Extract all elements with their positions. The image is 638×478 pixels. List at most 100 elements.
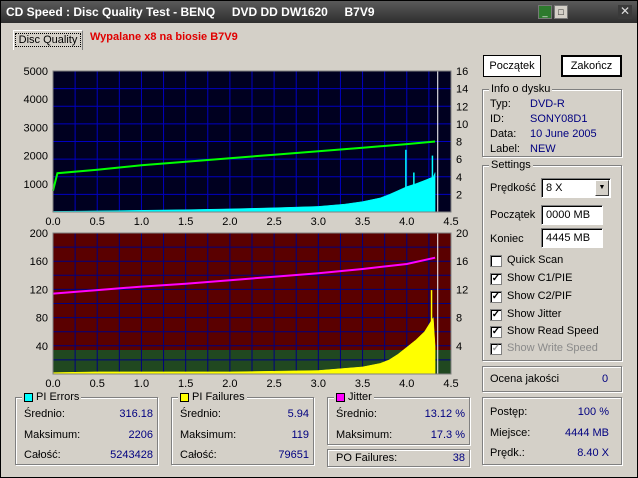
x-tick-label: 0.5	[90, 378, 105, 390]
close-icon[interactable]: ✕	[618, 5, 632, 19]
position-value: 4444 MB	[564, 427, 609, 439]
jitter-group: Jitter Średnio: 13.12 % Maksimum: 17.3 %	[327, 391, 470, 445]
start-button[interactable]: Początek	[483, 55, 541, 77]
y-right-tick-label: 10	[456, 119, 468, 131]
show-jitter-label: Show Jitter	[507, 308, 562, 320]
x-tick-label: 4.5	[443, 378, 458, 390]
y-right-tick-label: 20	[456, 228, 468, 240]
jitter-avg-label: Średnio:	[336, 408, 377, 420]
y-right-tick-label: 14	[456, 84, 468, 96]
show-c2-pif-label: Show C2/PIF	[507, 290, 572, 302]
x-tick-label: 4.0	[399, 378, 414, 390]
y-right-tick-label: 8	[456, 137, 462, 149]
y-left-tick-label: 80	[36, 313, 48, 325]
show-read-speed-label: Show Read Speed	[507, 325, 599, 337]
disc-label-label: Label:	[490, 143, 520, 155]
maximize-icon[interactable]: □	[554, 5, 568, 19]
x-tick-label: 4.0	[399, 216, 414, 228]
x-tick-label: 1.5	[178, 378, 193, 390]
show-c2-pif-checkbox[interactable]: ✓	[490, 291, 502, 303]
po-failures-label: PO Failures:	[336, 452, 398, 464]
pi-failures-total: 79651	[278, 449, 309, 461]
pi-errors-total: 5243428	[110, 449, 153, 461]
x-tick-label: 0.5	[90, 216, 105, 228]
date-value: 10 June 2005	[530, 128, 597, 140]
x-tick-label: 1.0	[134, 216, 149, 228]
jitter-max: 17.3 %	[430, 429, 465, 441]
show-write-speed-checkbox: ✓	[490, 343, 502, 355]
settings-group: Settings Prędkość 8 X ▼ Początek 0000 MB…	[482, 159, 622, 361]
minimize-icon[interactable]: _	[538, 5, 552, 19]
start-mb-label: Początek	[490, 209, 536, 221]
progress-value: 100 %	[577, 406, 609, 418]
speed-label: Prędkość	[490, 182, 536, 194]
progress-group: Postęp: 100 % Miejsce: 4444 MB Prędk.: 8…	[482, 397, 622, 465]
speed-status-label: Prędk.:	[490, 447, 525, 459]
y-left-tick-label: 160	[30, 256, 48, 268]
x-tick-label: 3.0	[311, 216, 326, 228]
y-left-tick-label: 3000	[24, 122, 48, 134]
show-read-speed-checkbox[interactable]: ✓	[490, 326, 502, 338]
y-right-tick-label: 12	[456, 284, 468, 296]
pi-errors-avg: 316.18	[119, 408, 153, 420]
x-tick-label: 0.0	[45, 216, 60, 228]
y-right-tick-label: 6	[456, 154, 462, 166]
pi-failures-group: PI Failures Średnio: 5.94 Maksimum: 119 …	[171, 391, 314, 465]
quick-scan-label: Quick Scan	[507, 254, 564, 266]
y-left-tick-label: 40	[36, 341, 48, 353]
x-tick-label: 1.5	[178, 216, 193, 228]
x-tick-label: 2.0	[222, 216, 237, 228]
quality-value: 0	[602, 373, 609, 385]
x-tick-label: 2.5	[266, 216, 281, 228]
y-right-tick-label: 16	[456, 256, 468, 268]
y-left-tick-label: 5000	[24, 66, 48, 78]
chevron-down-icon[interactable]: ▼	[595, 180, 609, 196]
x-tick-label: 2.0	[222, 378, 237, 390]
y-left-tick-label: 2000	[24, 151, 48, 163]
x-tick-label: 2.5	[266, 378, 281, 390]
app-window: CD Speed : Disc Quality Test - BENQ DVD …	[0, 0, 638, 478]
pi-errors-group: PI Errors Średnio: 316.18 Maksimum: 2206…	[15, 391, 158, 465]
pi-failures-max-label: Maksimum:	[180, 429, 237, 441]
start-mb-input[interactable]: 0000 MB	[541, 205, 603, 225]
charts-area: 0.0 0.5 1.0 1.5 2.0 2.5 3.0 3.5 4.0 4.5 1000 2000 30…	[24, 66, 469, 390]
disc-info-title: Info o dysku	[489, 83, 553, 95]
settings-title: Settings	[489, 159, 533, 171]
y-left-tick-label: 200	[30, 228, 48, 240]
quality-group: Ocena jakości 0	[482, 366, 622, 392]
jitter-max-label: Maksimum:	[336, 429, 393, 441]
pi-errors-avg-label: Średnio:	[24, 408, 65, 420]
pi-failures-max: 119	[291, 429, 309, 441]
x-tick-label: 3.5	[355, 378, 370, 390]
jitter-swatch	[336, 393, 345, 402]
po-failures-value: 38	[452, 452, 465, 464]
show-write-speed-label: Show Write Speed	[507, 342, 598, 354]
id-value: SONY08D1	[530, 113, 588, 125]
disc-info-group: Info o dysku Typ: DVD-R ID: SONY08D1 Dat…	[482, 83, 622, 157]
progress-label: Postęp:	[490, 406, 528, 418]
speed-select[interactable]: 8 X ▼	[541, 178, 611, 198]
pi-errors-max-label: Maksimum:	[24, 429, 81, 441]
pi-failures-total-label: Całość:	[180, 449, 217, 461]
y-right-tick-label: 4	[456, 172, 462, 184]
y-left-tick-label: 4000	[24, 94, 48, 106]
pi-errors-total-label: Całość:	[24, 449, 61, 461]
end-button[interactable]: Zakończ	[561, 55, 622, 77]
x-tick-label: 3.5	[355, 216, 370, 228]
x-tick-label: 4.5	[443, 216, 458, 228]
type-value: DVD-R	[530, 98, 565, 110]
x-tick-label: 1.0	[134, 378, 149, 390]
position-label: Miejsce:	[490, 427, 531, 439]
show-jitter-checkbox[interactable]: ✓	[490, 309, 502, 321]
show-c1-pie-checkbox[interactable]: ✓	[490, 273, 502, 285]
pi-failures-avg: 5.94	[287, 408, 309, 420]
pi-errors-max: 2206	[128, 429, 153, 441]
y-right-tick-label: 2	[456, 189, 462, 201]
y-right-tick-label: 16	[456, 66, 468, 78]
pi-failures-swatch	[180, 393, 189, 402]
end-mb-input[interactable]: 4445 MB	[541, 228, 603, 248]
pi-errors-swatch	[24, 393, 33, 402]
show-c1-pie-label: Show C1/PIE	[507, 272, 573, 284]
quick-scan-checkbox[interactable]	[490, 255, 502, 267]
y-right-tick-label: 4	[456, 341, 462, 353]
